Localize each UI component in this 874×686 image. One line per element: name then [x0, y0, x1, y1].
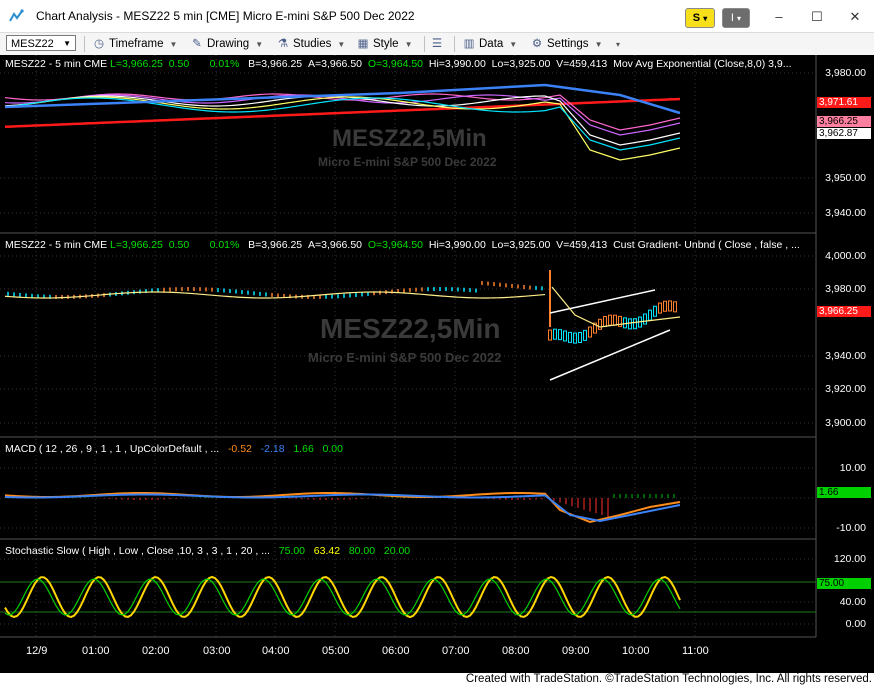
price-tag: 1.66 — [817, 487, 871, 498]
settings-menu[interactable]: ⚙ Settings ▼ — [530, 36, 603, 52]
price-candle — [603, 316, 607, 328]
panel3-label: MACD ( 12 , 26 , 9 , 1 , 1 , UpColorDefa… — [5, 443, 343, 455]
clock-icon: ◷ — [93, 38, 105, 50]
time-tick-label: 01:00 — [82, 645, 110, 657]
price-candle — [608, 314, 612, 326]
price-tag: 3,971.61 — [817, 97, 871, 108]
axis-tick-label: 10.00 — [839, 462, 866, 474]
drawing-menu[interactable]: ✎ Drawing ▼ — [190, 36, 263, 52]
axis-tick-label: 3,980.00 — [825, 67, 866, 79]
time-tick-label: 06:00 — [382, 645, 410, 657]
panel4-label: Stochastic Slow ( High , Low , Close ,10… — [5, 545, 411, 557]
status-bar: Created with TradeStation. ©TradeStation… — [0, 673, 874, 686]
axis-tick-label: -10.00 — [836, 522, 866, 534]
close-icon[interactable]: ✕ — [846, 9, 864, 25]
app-icon — [9, 9, 24, 22]
price-candle — [653, 305, 657, 317]
price-candle — [628, 318, 632, 330]
studies-menu[interactable]: ⚗ Studies ▼ — [276, 36, 345, 52]
symbol-input[interactable]: MESZ22 ▼ — [6, 35, 76, 51]
pencil-icon: ✎ — [192, 38, 202, 50]
watermark-description: Micro E-mini S&P 500 Dec 2022 — [318, 155, 497, 169]
style-menu[interactable]: ▦ Style ▼ — [356, 36, 413, 52]
watermark-symbol: MESZ22,5Min — [332, 125, 487, 152]
time-tick-label: 03:00 — [203, 645, 231, 657]
price-tag: 3,966.25 — [817, 306, 871, 317]
price-candle — [568, 331, 572, 343]
price-candle — [553, 328, 557, 340]
time-tick-label: 08:00 — [502, 645, 530, 657]
time-tick-label: 09:00 — [562, 645, 590, 657]
macd-signal-line — [4, 493, 681, 523]
price-candle — [588, 326, 592, 338]
price-candle — [648, 309, 652, 321]
axis-tick-label: 3,920.00 — [825, 383, 866, 395]
axis-tick-label: 4,000.00 — [825, 250, 866, 262]
axis-tick-label: 120.00 — [833, 553, 866, 565]
watermark-description: Micro E-mini S&P 500 Dec 2022 — [308, 350, 502, 365]
flask-icon: ⚗ — [277, 38, 289, 50]
time-tick-label: 11:00 — [682, 645, 709, 657]
price-candle — [578, 331, 582, 343]
time-tick-label: 12/9 — [26, 645, 48, 657]
axis-tick-label: 3,940.00 — [825, 350, 866, 362]
price-candle — [643, 313, 647, 325]
price-candle — [613, 314, 617, 326]
price-candle — [583, 329, 587, 341]
price-tag: 3,962.87 — [817, 128, 871, 139]
style-icon: ▦ — [357, 38, 369, 50]
panes-icon: ☰ — [431, 38, 443, 50]
time-tick-label: 10:00 — [622, 645, 650, 657]
price-candle — [673, 301, 677, 313]
price-candle — [598, 318, 602, 330]
title-bar: Chart Analysis - MESZ22 5 min [CME] Micr… — [0, 0, 874, 32]
time-tick-label: 02:00 — [142, 645, 170, 657]
window-title: Chart Analysis - MESZ22 5 min [CME] Micr… — [36, 9, 415, 23]
axis-tick-label: 3,900.00 — [825, 417, 866, 429]
time-tick-label: 04:00 — [262, 645, 290, 657]
time-tick-label: 07:00 — [442, 645, 470, 657]
data-menu[interactable]: ▥ Data ▼ — [462, 36, 518, 52]
price-candle — [663, 300, 667, 312]
price-candle — [558, 329, 562, 341]
gear-icon: ⚙ — [531, 38, 543, 50]
time-tick-label: 05:00 — [322, 645, 350, 657]
price-candle — [548, 329, 552, 341]
price-candle — [563, 330, 567, 342]
panel2-label: MESZ22 - 5 min CME L=3,966.25 0.50 0.01%… — [5, 239, 800, 251]
axis-tick-label: 3,940.00 — [825, 207, 866, 219]
panel1-label: MESZ22 - 5 min CME L=3,966.25 0.50 0.01%… — [5, 58, 792, 70]
price-tag: 3,966.25 — [817, 116, 871, 127]
more-options-icon[interactable]: ▾ — [610, 36, 620, 52]
price-candle — [623, 317, 627, 329]
timeframe-menu[interactable]: ◷ Timeframe ▼ — [92, 36, 177, 52]
bar-chart-icon: ▥ — [463, 38, 475, 50]
symbol-link-button[interactable]: S ▾ — [685, 8, 715, 28]
axis-tick-label: 0.00 — [845, 618, 866, 630]
price-tag: 75.00 — [817, 578, 871, 589]
watermark-symbol: MESZ22,5Min — [320, 313, 501, 344]
axis-tick-label: 3,980.00 — [825, 283, 866, 295]
chart-area[interactable]: MESZ22,5Min Micro E-mini S&P 500 Dec 202… — [0, 55, 874, 673]
price-candle — [668, 300, 672, 312]
maximize-icon[interactable]: ☐ — [808, 9, 826, 25]
chevron-down-icon: ▼ — [63, 39, 71, 48]
axis-tick-label: 3,950.00 — [825, 172, 866, 184]
info-link-button[interactable]: I ▾ — [722, 8, 750, 28]
axis-tick-label: 40.00 — [839, 596, 866, 608]
price-candle — [658, 302, 662, 314]
price-candle — [573, 332, 577, 344]
minimize-icon[interactable]: – — [770, 9, 788, 25]
chart-toolbar: MESZ22 ▼ ◷ Timeframe ▼ ✎ Drawing ▼ ⚗ Studies ▼ … — [0, 32, 874, 56]
channel-upper-line — [549, 289, 656, 314]
panes-button[interactable]: ☰ — [430, 36, 447, 52]
copyright-text: Created with TradeStation. ©TradeStation… — [465, 673, 872, 685]
